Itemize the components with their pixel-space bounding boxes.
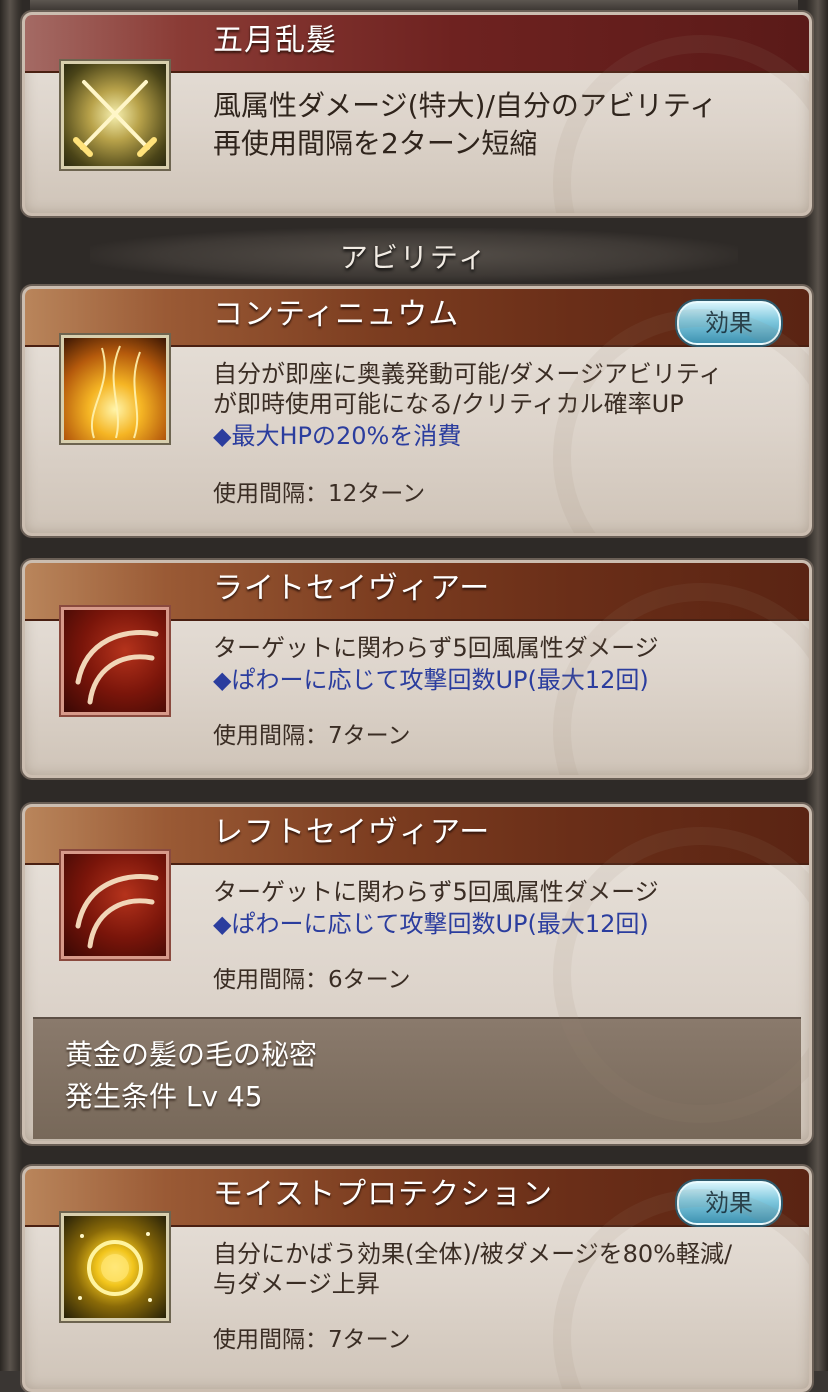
ability-name: レフトセイヴィアー — [213, 815, 491, 850]
crimson-slash-icon — [61, 851, 169, 959]
crossed-swords-icon — [61, 61, 169, 169]
ability-card[interactable]: コンティニュウム 効果 自分が即座に奥義発動可能/ダメージアビリティ が即時使用… — [22, 286, 812, 536]
ougi-name: 五月乱髪 — [213, 23, 337, 58]
crimson-slash-icon — [61, 607, 169, 715]
top-divider — [30, 0, 798, 10]
support-ability-condition: 発生条件 Lv 45 — [65, 1080, 263, 1113]
ability-name: ライトセイヴィアー — [213, 571, 491, 606]
support-ability-name: 黄金の髪の毛の秘密 — [65, 1038, 318, 1071]
ability-card[interactable]: ライトセイヴィアー ターゲットに関わらず5回風属性ダメージ ◆ぱわーに応じて攻撃… — [22, 560, 812, 778]
ougi-description-line1: 風属性ダメージ(特大)/自分のアビリティ — [213, 89, 718, 122]
ability-description-line2: 与ダメージ上昇 — [213, 1270, 380, 1298]
section-header: アビリティ — [90, 228, 738, 282]
ability-description-line1: 自分が即座に奥義発動可能/ダメージアビリティ — [213, 360, 723, 388]
ability-description-line1: ターゲットに関わらず5回風属性ダメージ — [213, 634, 659, 662]
ability-cooldown: 使用間隔：6ターン — [213, 967, 411, 993]
ability-cooldown: 使用間隔：7ターン — [213, 723, 411, 749]
ability-card[interactable]: モイストプロテクション 効果 自分にかばう効果(全体)/被ダメージを80%軽減/… — [22, 1166, 812, 1392]
ability-cooldown: 使用間隔：12ターン — [213, 481, 426, 507]
support-ability-panel: 黄金の髪の毛の秘密 発生条件 Lv 45 — [33, 1017, 801, 1139]
ability-name: コンティニュウム — [213, 297, 460, 332]
ability-description-line1: ターゲットに関わらず5回風属性ダメージ — [213, 878, 659, 906]
effect-button[interactable]: 効果 — [677, 301, 781, 345]
effect-button[interactable]: 効果 — [677, 1181, 781, 1225]
section-title: アビリティ — [339, 241, 489, 274]
ability-note: ◆ぱわーに応じて攻撃回数UP(最大12回) — [213, 910, 649, 938]
ability-description-line2: が即時使用可能になる/クリティカル確率UP — [213, 390, 684, 418]
ability-card[interactable]: レフトセイヴィアー ターゲットに関わらず5回風属性ダメージ ◆ぱわーに応じて攻撃… — [22, 804, 812, 1144]
ability-note: ◆ぱわーに応じて攻撃回数UP(最大12回) — [213, 666, 649, 694]
golden-orb-icon — [61, 1213, 169, 1321]
ougi-card: 五月乱髪 風属性ダメージ(特大)/自分のアビリティ 再使用間隔を2ターン短縮 — [22, 12, 812, 216]
golden-flames-icon — [61, 335, 169, 443]
ability-name: モイストプロテクション — [213, 1177, 554, 1212]
ability-note: ◆最大HPの20%を消費 — [213, 422, 462, 450]
ability-cooldown: 使用間隔：7ターン — [213, 1327, 411, 1353]
ougi-description-line2: 再使用間隔を2ターン短縮 — [213, 127, 538, 160]
ability-description-line1: 自分にかばう効果(全体)/被ダメージを80%軽減/ — [213, 1240, 733, 1268]
